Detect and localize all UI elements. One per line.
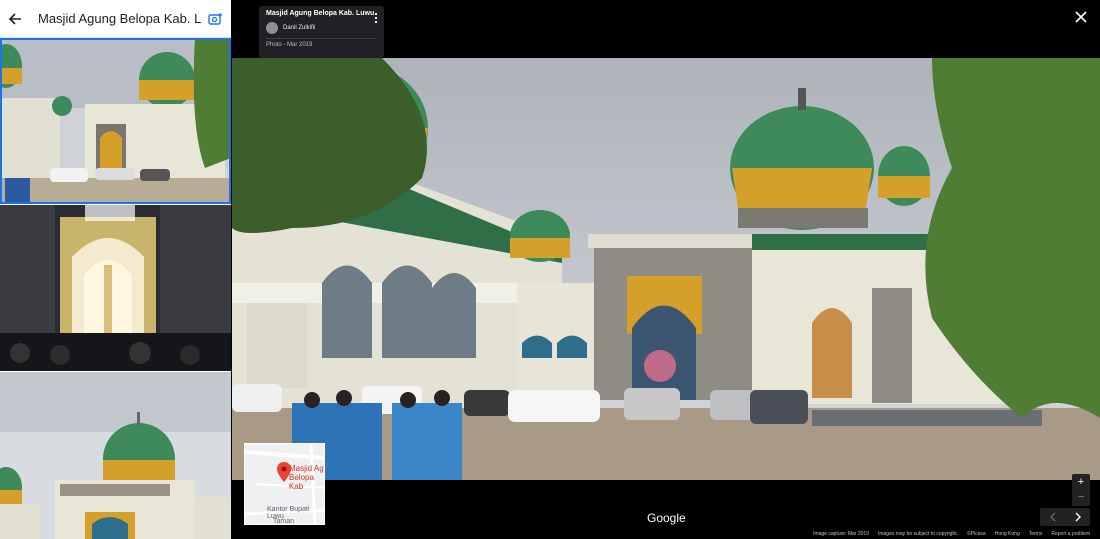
photo-viewer-app: Masjid Agung Belopa Kab. Luwu [0, 0, 1100, 539]
region-link[interactable]: Hong Kong [995, 531, 1020, 537]
mosque-night-thumbnail-image [0, 205, 231, 371]
photo-viewer: Masjid Agung Belopa Kab. Luwu Danil Zulk… [232, 0, 1100, 539]
more-options-button[interactable] [373, 11, 379, 24]
zoom-out-button[interactable]: − [1072, 490, 1090, 506]
close-button[interactable] [1072, 8, 1090, 26]
panel-header: Masjid Agung Belopa Kab. Luwu [0, 0, 231, 38]
back-arrow-icon [8, 12, 21, 25]
info-place-title: Masjid Agung Belopa Kab. Luwu [266, 10, 375, 17]
photo-date: Photo - Mar 2019 [266, 42, 313, 48]
picasa-credit: ©Picasa [967, 531, 986, 537]
chevron-left-icon [1049, 512, 1055, 522]
photo-info-card: Masjid Agung Belopa Kab. Luwu Danil Zulk… [259, 6, 384, 58]
previous-photo-button[interactable] [1040, 508, 1065, 526]
mosque-dome-thumbnail-image [0, 372, 231, 539]
close-icon [1075, 11, 1087, 23]
zoom-in-button[interactable]: + [1072, 474, 1090, 490]
map-place-line2: Belopa Kab [289, 473, 314, 491]
photo-navigation [1040, 508, 1090, 526]
author-name[interactable]: Danil Zulkifli [283, 25, 315, 31]
divider [266, 38, 377, 39]
photo-list-panel: Masjid Agung Belopa Kab. Luwu [0, 0, 231, 539]
avatar [266, 22, 278, 34]
add-photo-icon [208, 12, 222, 25]
map-place-line1: Masjid Ag [289, 464, 324, 473]
viewer-footer: Image capture: Mar 2019 Images may be su… [813, 531, 1090, 537]
next-photo-button[interactable] [1065, 508, 1090, 526]
copyright-notice: Images may be subject to copyright. [877, 531, 958, 537]
author-row[interactable]: Danil Zulkifli [266, 22, 377, 34]
zoom-control: + − [1072, 474, 1090, 506]
chevron-right-icon [1075, 512, 1081, 522]
main-photo[interactable] [232, 58, 1100, 480]
map-poi-label-2: Taman [273, 518, 295, 525]
photo-thumbnail-1[interactable] [0, 38, 231, 204]
photo-thumbnail-2[interactable] [0, 205, 231, 371]
mosque-thumbnail-image [0, 38, 231, 204]
mosque-photo-image [232, 58, 1100, 480]
add-photo-button[interactable] [201, 0, 231, 38]
capture-date: Image capture: Mar 2019 [813, 531, 869, 537]
back-button[interactable] [0, 0, 30, 38]
map-place-label: Masjid Ag Belopa Kab [289, 464, 324, 491]
google-logo: Google [647, 511, 686, 525]
place-title: Masjid Agung Belopa Kab. Luwu [38, 11, 201, 26]
terms-link[interactable]: Terms [1029, 531, 1043, 537]
report-problem-link[interactable]: Report a problem [1051, 531, 1090, 537]
photo-thumbnail-3[interactable] [0, 372, 231, 539]
mini-map[interactable]: Masjid Ag Belopa Kab Kantor Bupati Luwu … [244, 443, 325, 525]
more-vert-icon [374, 12, 378, 24]
